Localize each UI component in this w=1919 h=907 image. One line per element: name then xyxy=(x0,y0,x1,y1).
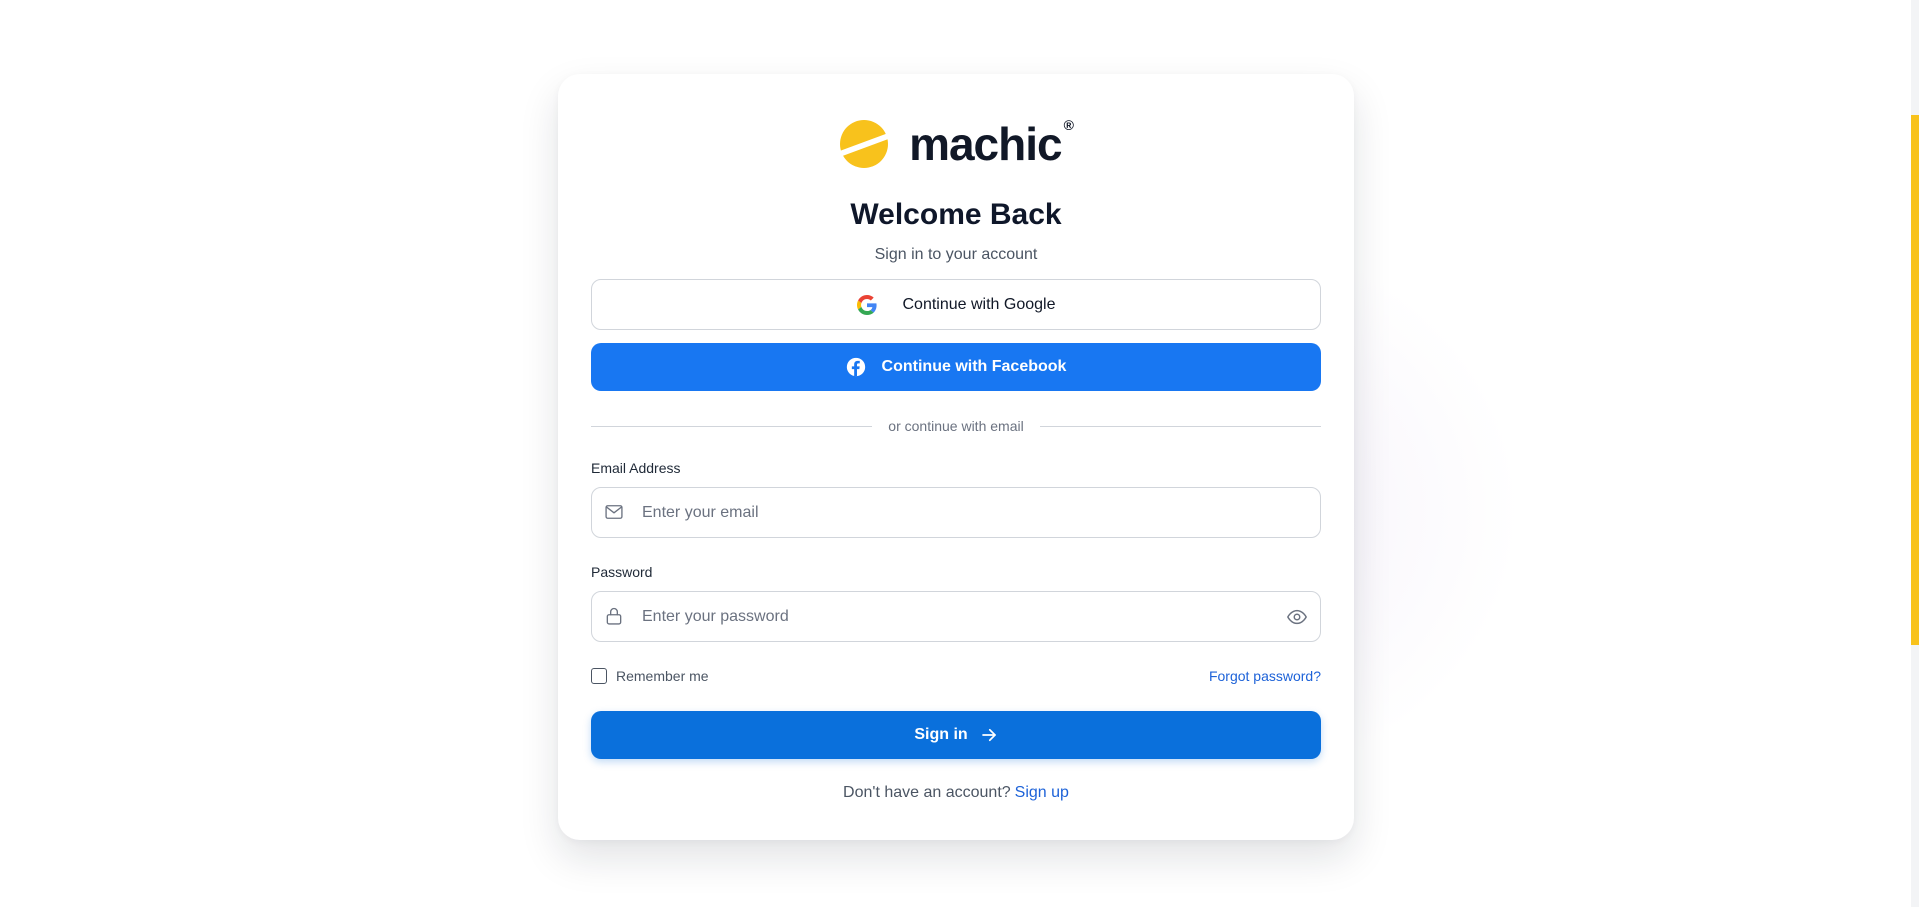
remember-me-label: Remember me xyxy=(616,668,709,684)
facebook-button-label: Continue with Facebook xyxy=(881,358,1067,375)
google-button-label: Continue with Google xyxy=(902,295,1056,313)
divider-line-right xyxy=(1039,425,1321,427)
forgot-password-link[interactable]: Forgot password? xyxy=(1209,668,1321,684)
facebook-icon xyxy=(846,357,866,377)
email-label: Email Address xyxy=(591,460,681,476)
google-icon xyxy=(856,294,877,315)
signup-link[interactable]: Sign up xyxy=(1015,784,1069,801)
facebook-signin-button[interactable]: Continue with Facebook xyxy=(591,343,1321,391)
login-card: machic ® Welcome Back Sign in to your acc… xyxy=(558,74,1354,840)
email-divider: or continue with email xyxy=(591,416,1321,436)
signup-prompt-text: Don't have an account? xyxy=(843,784,1011,801)
google-signin-button[interactable]: Continue with Google xyxy=(591,279,1321,330)
email-input[interactable] xyxy=(592,502,1320,523)
mail-icon xyxy=(604,502,624,522)
password-label: Password xyxy=(591,564,653,580)
registered-mark: ® xyxy=(1063,116,1074,133)
remember-me[interactable]: Remember me xyxy=(591,668,709,684)
email-field-wrapper xyxy=(591,487,1321,538)
divider-line-left xyxy=(591,425,873,427)
scrollbar[interactable] xyxy=(1911,0,1919,907)
signin-button[interactable]: Sign in xyxy=(591,711,1321,759)
remember-me-checkbox[interactable] xyxy=(591,668,607,684)
brand-name: machic ® xyxy=(909,116,1074,170)
password-input[interactable] xyxy=(592,606,1320,627)
logo-icon xyxy=(837,119,892,169)
brand-logo: machic ® xyxy=(558,116,1354,172)
signin-button-label: Sign in xyxy=(914,726,968,743)
signup-prompt: Don't have an account? Sign up xyxy=(558,784,1354,802)
password-field-wrapper xyxy=(591,591,1321,642)
arrow-right-icon xyxy=(980,726,998,744)
page-title: Welcome Back xyxy=(850,198,1062,231)
scrollbar-thumb[interactable] xyxy=(1911,115,1919,645)
page-subtitle: Sign in to your account xyxy=(874,246,1038,263)
lock-icon xyxy=(604,606,624,626)
eye-icon[interactable] xyxy=(1286,606,1308,628)
divider-text: or continue with email xyxy=(888,418,1024,434)
